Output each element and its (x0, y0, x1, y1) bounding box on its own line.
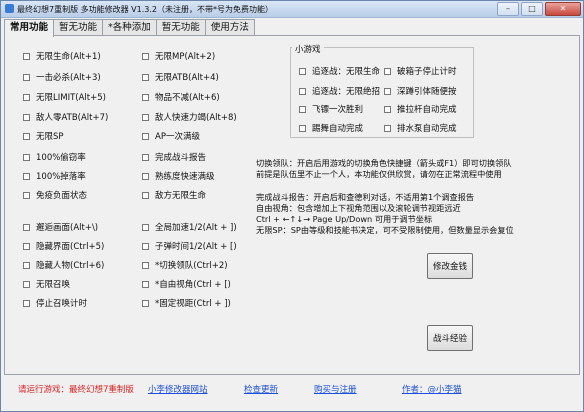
checkbox-lever-auto[interactable]: 推拉杆自动完成 (384, 103, 457, 115)
checkbox-box[interactable] (142, 191, 149, 199)
status-bar: 请运行游戏：最终幻想7重制版 小李修改器网站 检查更新 购买与注册 作者：@小李… (1, 378, 583, 396)
window-title: 最终幻想7重制版 多功能修改器 V1.3.2（未注册，不带*号为免费功能） (17, 5, 274, 14)
tab-no-function-2[interactable]: 暂无功能 (155, 19, 206, 36)
checkbox-bullet-time[interactable]: 子弹时间1/2(Alt + [) (142, 240, 237, 252)
checkbox-box[interactable] (384, 124, 391, 132)
title-bar: 最终幻想7重制版 多功能修改器 V1.3.2（未注册，不带*号为免费功能） – … (1, 1, 583, 18)
checkbox-box[interactable] (142, 52, 149, 60)
checkbox-box[interactable] (142, 73, 149, 81)
checkbox-chase-infinite-hp[interactable]: 追逐战：无限生命 (299, 65, 380, 77)
checkbox-infinite-limit[interactable]: 无限LIMIT(Alt+5) (23, 91, 106, 103)
checkbox-one-hit-kill[interactable]: 一击必杀(Alt+3) (23, 71, 101, 83)
checkbox-infinite-sp[interactable]: 无限SP (23, 130, 64, 142)
info-line: 前提是队伍里不止一个人，本功能仅供欣赏，请勿在正常流程中使用 (256, 169, 502, 179)
check-update-link[interactable]: 检查更新 (244, 383, 278, 395)
checkbox-box[interactable] (299, 124, 306, 132)
checkbox-box[interactable] (23, 93, 30, 101)
checkbox-box[interactable] (23, 52, 30, 60)
checkbox-box[interactable] (23, 261, 30, 269)
checkbox-chase-infinite-ultimate[interactable]: 追逐战：无限绝招 (299, 85, 380, 97)
checkbox-box[interactable] (23, 223, 30, 231)
info-line: 完成战斗报告：开启后和查德利对话，不适用第1个调查报告 (256, 192, 475, 202)
checkbox-drop-rate[interactable]: 100%掉落率 (23, 170, 86, 182)
checkbox-box[interactable] (142, 242, 149, 250)
checkbox-stop-summon-timer[interactable]: 停止召唤计时 (23, 297, 87, 309)
checkbox-box[interactable] (142, 153, 149, 161)
tab-bar: 常用功能 暂无功能 *各种添加 暂无功能 使用方法 (4, 19, 255, 37)
checkbox-squat-pullup[interactable]: 深蹲引体随便按 (384, 85, 457, 97)
checkbox-infinite-hp[interactable]: 无限生命(Alt+1) (23, 50, 101, 62)
checkbox-encounter-screen[interactable]: 邂逅画面(Alt+\) (23, 221, 98, 233)
checkbox-box[interactable] (384, 87, 391, 95)
checkbox-box[interactable] (384, 105, 391, 113)
checkbox-hide-character[interactable]: 隐藏人物(Ctrl+6) (23, 259, 104, 271)
checkbox-infinite-mp[interactable]: 无限MP(Alt+2) (142, 50, 215, 62)
checkbox-box[interactable] (142, 93, 149, 101)
buy-register-link[interactable]: 购买与注册 (314, 383, 357, 395)
checkbox-box[interactable] (23, 113, 30, 121)
checkbox-enemy-infinite-hp[interactable]: 敌方无限生命 (142, 189, 206, 201)
main-window: 最终幻想7重制版 多功能修改器 V1.3.2（未注册，不带*号为免费功能） – … (0, 0, 584, 412)
info-line: 无限SP：SP由等级和技能书决定，可不受限制使用，但数量显示会复位 (256, 225, 514, 235)
checkbox-box[interactable] (23, 132, 30, 140)
checkbox-enemy-fast-stagger[interactable]: 敌人快速力竭(Alt+8) (142, 111, 237, 123)
checkbox-free-camera[interactable]: *自由视角(Ctrl + [) (142, 278, 231, 290)
checkbox-box[interactable] (23, 242, 30, 250)
checkbox-pump-auto[interactable]: 排水泵自动完成 (384, 122, 457, 134)
checkbox-ap-max-level[interactable]: AP一次满级 (142, 130, 200, 142)
minigame-group-title: 小游戏 (292, 43, 324, 55)
checkbox-items-no-decrease[interactable]: 物品不减(Alt+6) (142, 91, 220, 103)
checkbox-box[interactable] (23, 191, 30, 199)
checkbox-box[interactable] (142, 113, 149, 121)
checkbox-box[interactable] (142, 280, 149, 288)
checkbox-infinite-atb[interactable]: 无限ATB(Alt+4) (142, 71, 219, 83)
checkbox-box[interactable] (384, 67, 391, 75)
checkbox-box[interactable] (299, 105, 306, 113)
website-link[interactable]: 小李修改器网站 (148, 383, 208, 395)
checkbox-switch-leader[interactable]: *切换领队(Ctrl+2) (142, 259, 228, 271)
checkbox-box[interactable] (23, 153, 30, 161)
info-line: Ctrl + ←↑↓→ Page Up/Down 可用于调节坐标 (256, 214, 433, 224)
maximize-button[interactable]: □ (521, 2, 543, 16)
checkbox-immune-debuff[interactable]: 免疫负面状态 (23, 189, 87, 201)
battle-exp-button[interactable]: 战斗经验 (427, 325, 473, 351)
checkbox-infinite-summon[interactable]: 无限召唤 (23, 278, 70, 290)
tab-no-function-1[interactable]: 暂无功能 (53, 19, 104, 36)
checkbox-box[interactable] (142, 299, 149, 307)
checkbox-box[interactable] (142, 132, 149, 140)
checkbox-complete-battle-report[interactable]: 完成战斗报告 (142, 151, 206, 163)
checkbox-box[interactable] (23, 73, 30, 81)
game-status-text: 请运行游戏：最终幻想7重制版 (18, 385, 134, 395)
info-line: 切换领队：开启后用游戏的切换角色快捷键（箭头或F1）即可切换领队 (256, 158, 512, 168)
checkbox-box[interactable] (299, 67, 306, 75)
modify-money-button[interactable]: 修改金钱 (427, 253, 473, 279)
app-icon (5, 4, 14, 13)
checkbox-fixed-view-distance[interactable]: *固定视距(Ctrl + ]) (142, 297, 231, 309)
checkbox-hide-ui[interactable]: 隐藏界面(Ctrl+5) (23, 240, 104, 252)
checkbox-box[interactable] (142, 172, 149, 180)
author-link[interactable]: 作者：@小李猫 (402, 383, 462, 395)
tab-usage[interactable]: 使用方法 (204, 19, 255, 36)
checkbox-box[interactable] (23, 172, 30, 180)
checkbox-box[interactable] (142, 223, 149, 231)
close-button[interactable]: ✕ (545, 2, 581, 16)
info-line: 自由视角：包含增加上下视角范围以及滚轮调节视距远近 (256, 203, 461, 213)
minimize-button[interactable]: – (497, 2, 519, 16)
checkbox-proficiency-max[interactable]: 熟练度快速满级 (142, 170, 215, 182)
checkbox-box[interactable] (142, 261, 149, 269)
checkbox-box[interactable] (23, 280, 30, 288)
checkbox-enemy-zero-atb[interactable]: 敌人零ATB(Alt+7) (23, 111, 108, 123)
tab-various-add[interactable]: *各种添加 (102, 19, 157, 36)
checkbox-global-speed[interactable]: 全局加速1/2(Alt + ]) (142, 221, 237, 233)
checkbox-box[interactable] (23, 299, 30, 307)
checkbox-darts-win[interactable]: 飞镖一次胜利 (299, 103, 363, 115)
checkbox-steal-rate[interactable]: 100%偷窃率 (23, 151, 86, 163)
checkbox-dance-auto[interactable]: 踢舞自动完成 (299, 122, 363, 134)
checkbox-box[interactable] (299, 87, 306, 95)
tab-common-functions[interactable]: 常用功能 (4, 19, 55, 37)
checkbox-box-stop-timer[interactable]: 破箱子停止计时 (384, 65, 457, 77)
